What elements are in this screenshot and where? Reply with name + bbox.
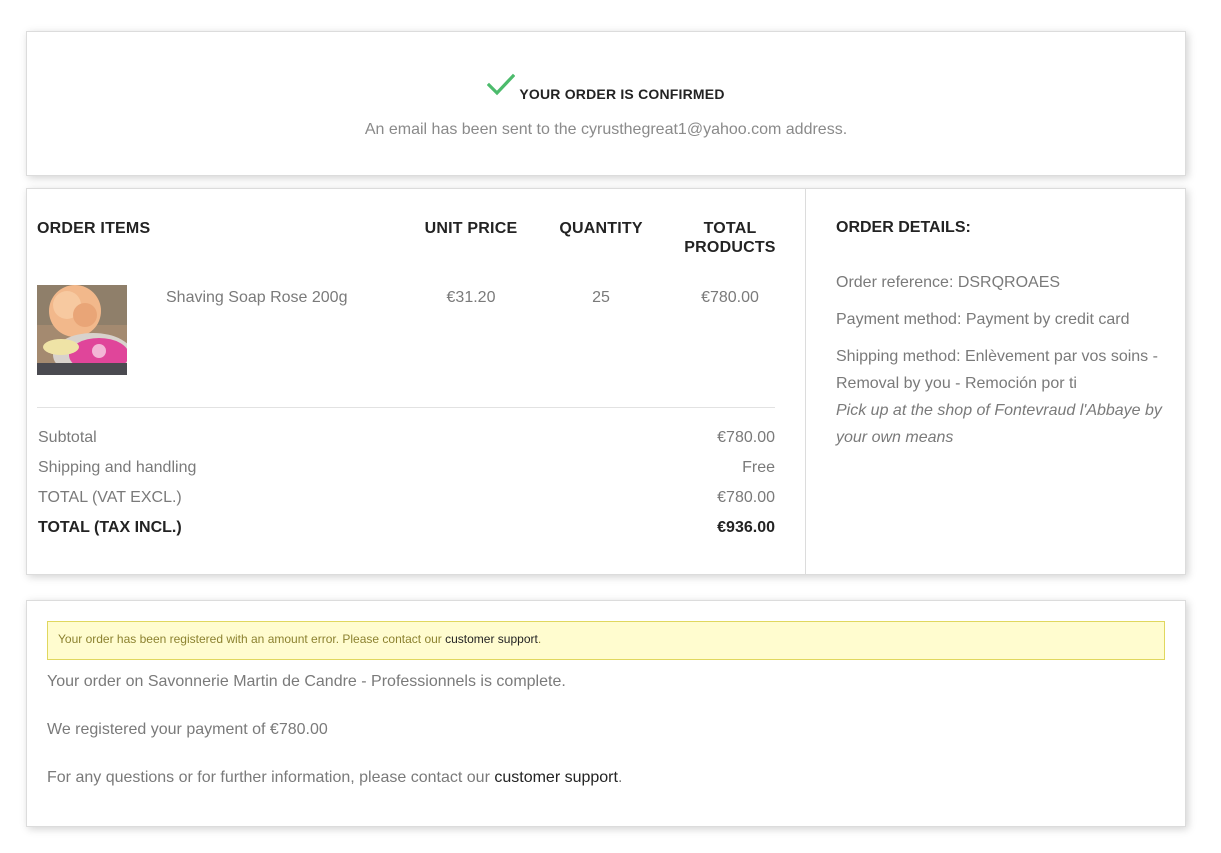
total-tax-incl-value: €936.00: [717, 519, 775, 536]
shipping-method: Shipping method: Enlèvement par vos soin…: [836, 348, 1158, 392]
total-tax-incl-label: TOTAL (TAX INCL.): [38, 519, 182, 536]
customer-support-link[interactable]: customer support: [494, 769, 618, 786]
order-items-header: ORDER ITEMS: [37, 220, 151, 237]
shipping-note: Pick up at the shop of Fontevraud l'Abba…: [836, 402, 1162, 446]
subtotal-value: €780.00: [717, 429, 775, 446]
product-total: €780.00: [701, 289, 759, 306]
total-products-header-line1: TOTAL: [703, 220, 757, 237]
payment-method: Payment method: Payment by credit card: [836, 311, 1130, 328]
order-reference: Order reference: DSRQROAES: [836, 274, 1061, 291]
shipping-value: Free: [742, 459, 775, 476]
order-details-title: ORDER DETAILS:: [836, 219, 971, 236]
items-divider: [37, 407, 775, 408]
order-details: Order reference: DSRQROAES Payment metho…: [836, 269, 1166, 461]
column-divider: [805, 189, 806, 574]
total-vat-excl-label: TOTAL (VAT EXCL.): [38, 489, 182, 506]
order-summary-card: ORDER ITEMS UNIT PRICE QUANTITY TOTAL PR…: [26, 188, 1186, 575]
alert-end: .: [537, 632, 542, 646]
alert-text: Your order has been registered with an a…: [58, 632, 446, 646]
shipping-label: Shipping and handling: [38, 459, 197, 476]
total-products-header: TOTAL PRODUCTS: [680, 219, 780, 257]
product-quantity: 25: [592, 289, 610, 306]
confirmation-email-text: An email has been sent to the cyrusthegr…: [364, 121, 848, 138]
quantity-header: QUANTITY: [559, 220, 643, 237]
payment-registered-text: We registered your payment of €780.00: [47, 721, 328, 738]
amount-error-alert: Your order has been registered with an a…: [47, 621, 1165, 660]
confirmation-title: YOUR ORDER IS CONFIRMED: [519, 86, 725, 102]
product-name: Shaving Soap Rose 200g: [166, 289, 348, 306]
questions-text: For any questions or for further informa…: [47, 769, 622, 787]
confirmation-heading: YOUR ORDER IS CONFIRMED: [27, 72, 1185, 102]
total-products-header-line2: PRODUCTS: [684, 239, 776, 256]
questions-text-start: For any questions or for further informa…: [47, 769, 495, 786]
order-confirmation-card: YOUR ORDER IS CONFIRMED An email has bee…: [26, 31, 1186, 176]
questions-text-end: .: [617, 769, 623, 786]
order-status-card: Your order has been registered with an a…: [26, 600, 1186, 827]
check-icon: [487, 73, 516, 102]
unit-price-header: UNIT PRICE: [424, 220, 518, 237]
product-unit-price: €31.20: [446, 289, 496, 306]
total-vat-excl-value: €780.00: [717, 489, 775, 506]
order-complete-text: Your order on Savonnerie Martin de Candr…: [47, 673, 566, 690]
product-image[interactable]: [37, 285, 127, 375]
subtotal-label: Subtotal: [38, 429, 97, 446]
alert-customer-support-link[interactable]: customer support: [445, 632, 538, 646]
